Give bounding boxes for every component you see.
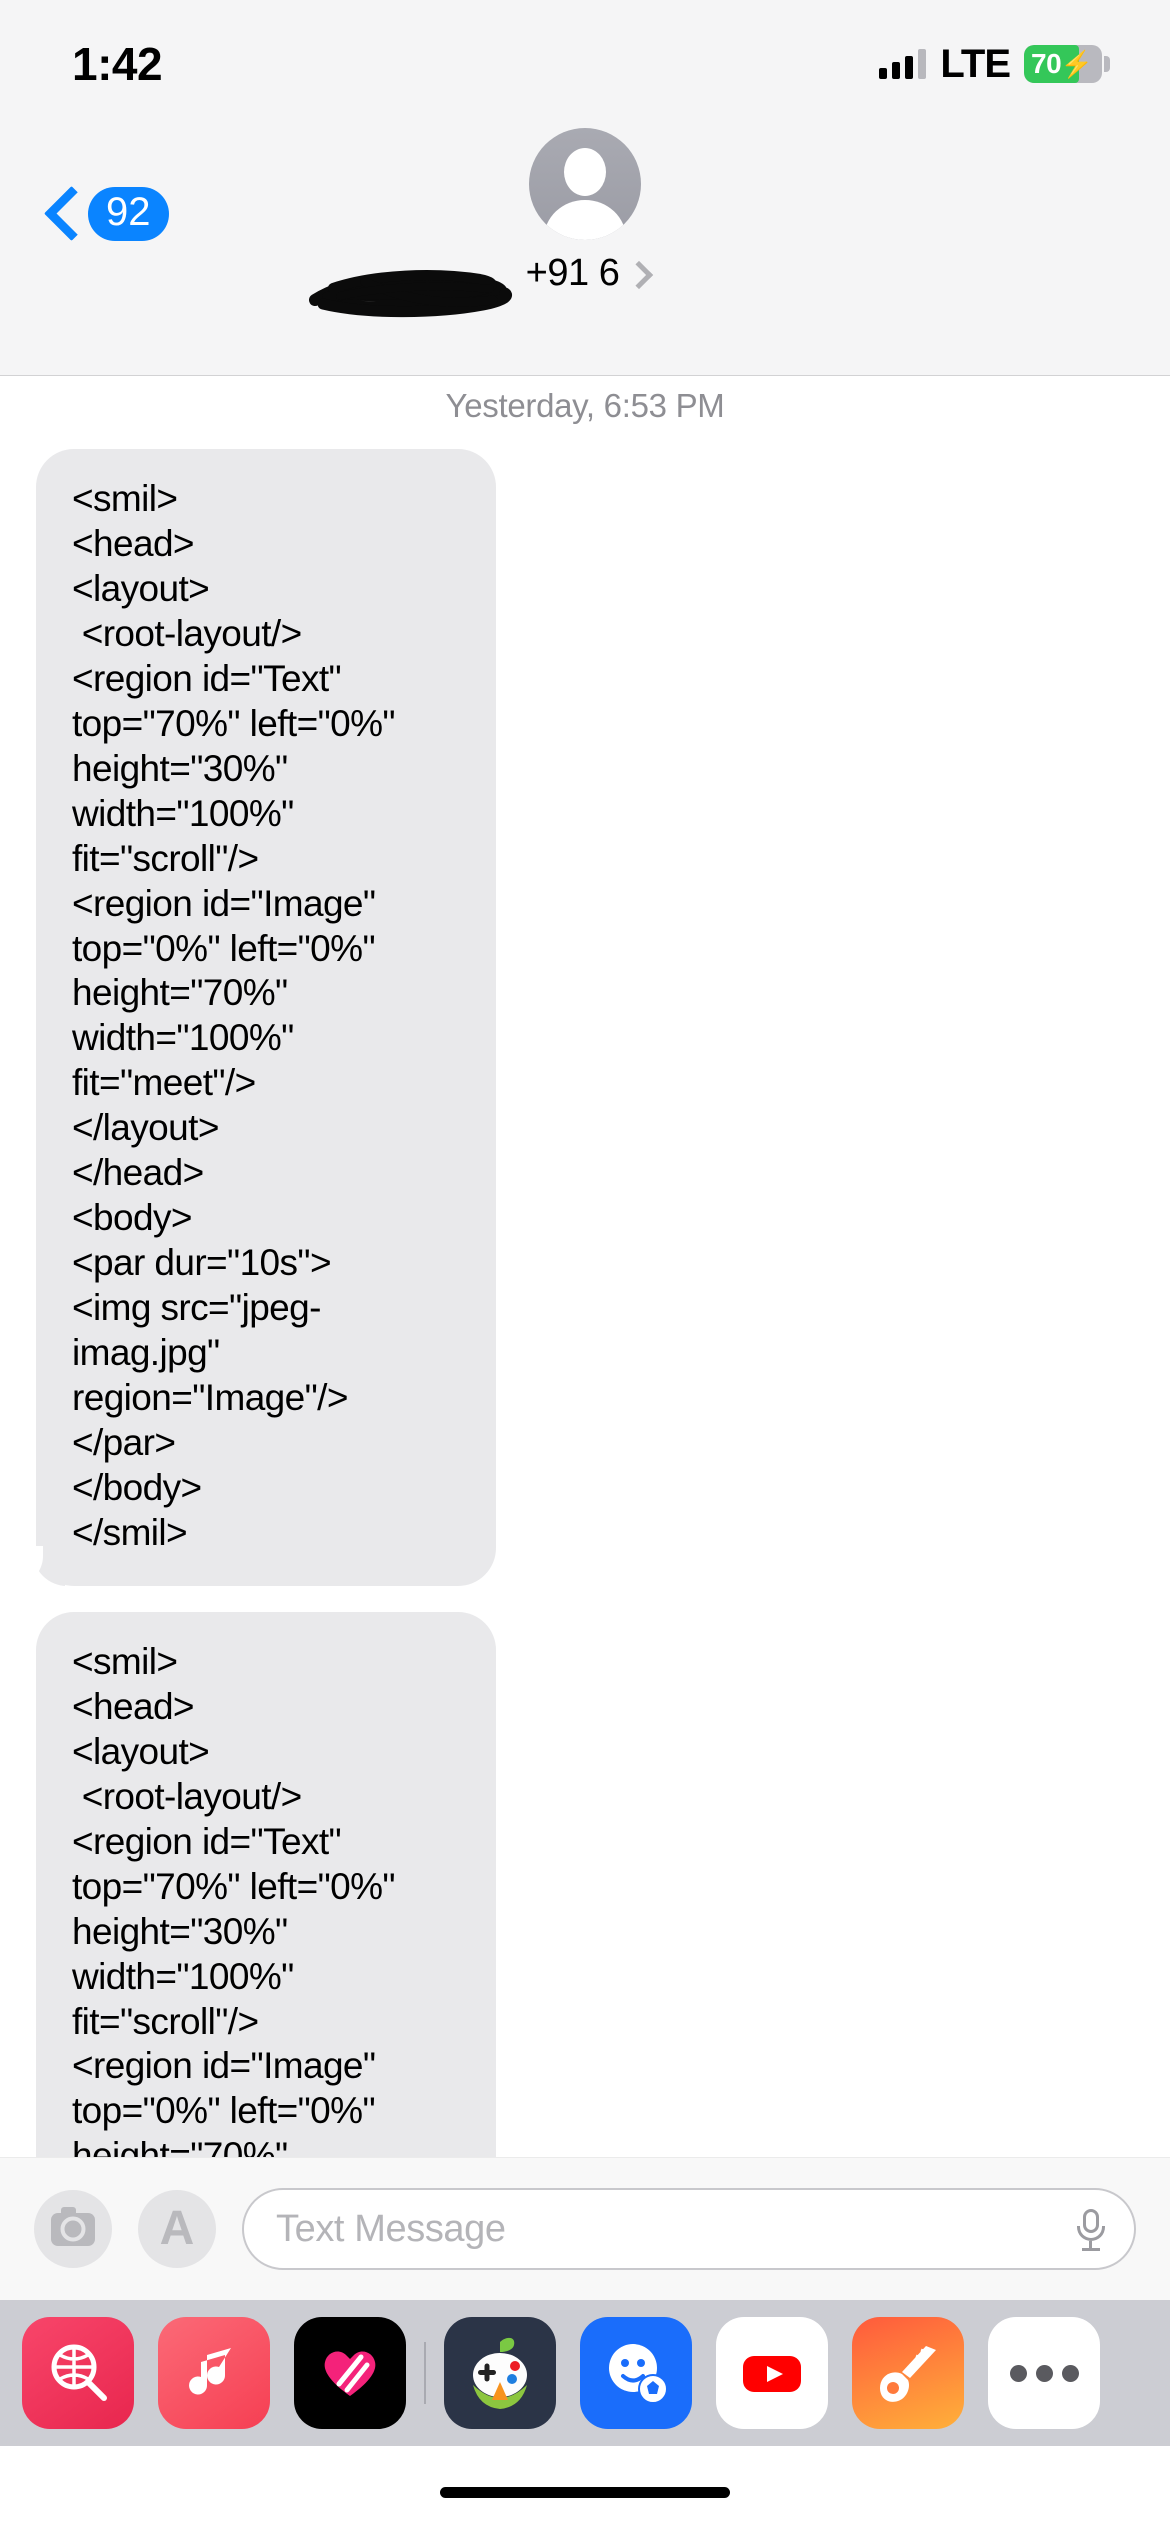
music-note-icon <box>189 2348 231 2395</box>
chevron-right-icon <box>629 262 644 286</box>
bubble-tail <box>25 1545 65 1586</box>
message-text: <smil> <head> <layout> <root-layout/> <r… <box>72 1640 396 2157</box>
app-icon-app-store-search[interactable] <box>22 2317 134 2429</box>
messages-screen: 1:42 LTE 70 ⚡ 92 +91 6 Yesterday, 6:53 P… <box>0 0 1170 2532</box>
contact-phone-number: +91 6 <box>525 252 620 294</box>
app-icon-guitar-music[interactable] <box>852 2317 964 2429</box>
navigation-bar: 92 +91 6 <box>0 100 1170 376</box>
avatar <box>529 128 641 240</box>
app-store-button[interactable]: A <box>138 2190 216 2268</box>
message-bubble-incoming[interactable]: <smil> <head> <layout> <root-layout/> <r… <box>36 1611 496 2157</box>
camera-icon <box>51 2206 95 2246</box>
smiley-soccer-icon <box>609 2344 668 2404</box>
game-pigeon-icon <box>473 2337 527 2409</box>
imessage-app-drawer[interactable] <box>0 2300 1170 2446</box>
message-input-bar: A Text Message <box>0 2157 1170 2300</box>
message-text: <smil> <head> <layout> <root-layout/> <r… <box>72 478 396 1553</box>
app-store-icon: A <box>159 2202 195 2255</box>
charging-bolt-icon: ⚡ <box>1060 49 1093 79</box>
message-bubble-incoming[interactable]: <smil> <head> <layout> <root-layout/> <r… <box>25 449 496 1586</box>
camera-button[interactable] <box>34 2190 112 2268</box>
status-bar-time: 1:42 <box>72 38 163 90</box>
store-search-icon <box>51 2344 107 2401</box>
app-icon-apple-music[interactable] <box>158 2317 270 2429</box>
message-row: <smil> <head> <layout> <root-layout/> <r… <box>0 449 1170 1612</box>
heart-fitness-icon <box>324 2351 376 2396</box>
conversation-timestamp: Yesterday, 6:53 PM <box>445 387 725 424</box>
ellipsis-icon <box>1009 2364 1079 2382</box>
battery-icon: 70 ⚡ <box>1024 45 1110 83</box>
app-icon-youtube[interactable] <box>716 2317 828 2429</box>
app-icon-memoji-sports[interactable] <box>580 2317 692 2429</box>
status-bar: 1:42 LTE 70 ⚡ <box>0 0 1170 100</box>
text-message-input[interactable]: Text Message <box>242 2188 1136 2270</box>
app-icon-game-pigeon[interactable] <box>444 2317 556 2429</box>
network-type-label: LTE <box>940 41 1011 86</box>
message-row: <smil> <head> <layout> <root-layout/> <r… <box>0 1611 1170 2157</box>
drawer-divider <box>424 2342 426 2404</box>
youtube-icon <box>743 2356 801 2392</box>
status-bar-indicators: LTE 70 ⚡ <box>879 42 1110 87</box>
microphone-icon[interactable] <box>1077 2209 1105 2251</box>
app-icon-fitness[interactable] <box>294 2317 406 2429</box>
contact-header[interactable]: +91 6 <box>0 128 1170 295</box>
contact-name-row[interactable]: +91 6 <box>526 252 645 295</box>
guitar-icon <box>880 2346 936 2402</box>
home-indicator[interactable] <box>440 2487 730 2498</box>
app-icon-more-options[interactable] <box>988 2317 1100 2429</box>
conversation-thread[interactable]: Yesterday, 6:53 PM <smil> <head> <layout… <box>0 377 1170 2157</box>
text-message-placeholder: Text Message <box>276 2207 506 2250</box>
cellular-signal-icon <box>879 49 927 79</box>
